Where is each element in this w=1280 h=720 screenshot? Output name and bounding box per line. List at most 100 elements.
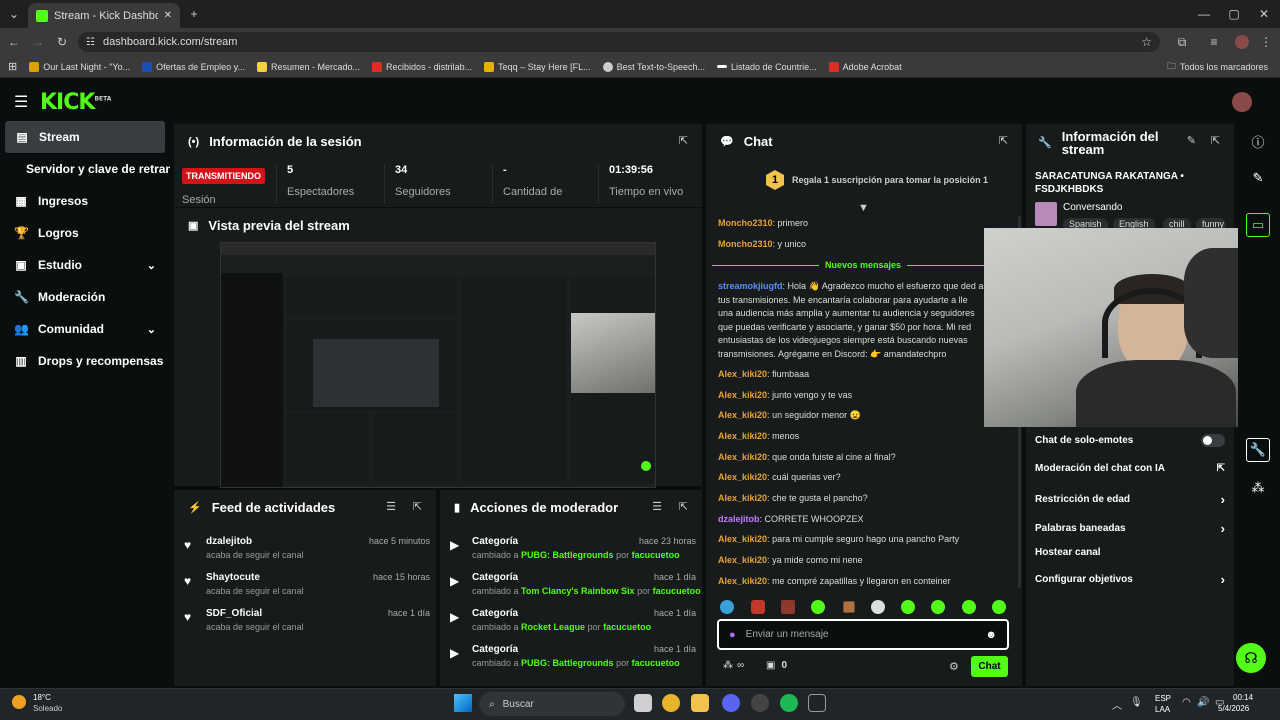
sidebar-item-comunidad[interactable]: 👥 Comunidad ⌄ — [0, 313, 170, 345]
emote-only-toggle[interactable] — [1201, 434, 1225, 447]
chat-input[interactable]: ● Enviar un mensaje ☻ — [717, 619, 1009, 650]
bookmark-item[interactable]: Recibidos - distrilab... — [372, 61, 472, 72]
bookmark-item[interactable]: Listado de Countrie... — [717, 62, 817, 72]
setting-ai-moderation[interactable]: Moderación del chat con IA ⇱ — [1035, 463, 1225, 474]
bookmark-item[interactable]: Our Last Night - "Yo... — [29, 61, 130, 72]
filter-icon[interactable]: ☰ — [386, 500, 396, 513]
chrome-icon[interactable] — [662, 694, 680, 712]
popout-icon[interactable]: ⇱ — [1211, 134, 1220, 147]
category-name[interactable]: Conversando — [1063, 202, 1122, 213]
browser-tab[interactable]: Stream - Kick Dashboard ✕ — [28, 3, 180, 28]
external-link-icon: ⇱ — [1216, 463, 1225, 474]
reload-icon[interactable]: ↻ — [54, 34, 70, 50]
gift-icon: ▣ — [766, 660, 776, 671]
mod-action-item: ▶ Categoría cambiado a Tom Clancy's Rain… — [450, 572, 701, 596]
popout-icon[interactable]: ⇱ — [413, 500, 422, 513]
sidebar-item-drops[interactable]: ▥ Drops y recompensas — [0, 345, 170, 377]
close-tab-icon[interactable]: ✕ — [164, 10, 172, 21]
setting-age-restriction[interactable]: Restricción de edad › — [1035, 492, 1225, 507]
bookmark-item[interactable]: Best Text-to-Speech... — [602, 61, 705, 72]
user-avatar[interactable] — [1232, 92, 1252, 112]
edit-icon[interactable]: ✎ — [1246, 166, 1270, 190]
close-window-icon[interactable]: ✕ — [1256, 6, 1272, 22]
emote-icon[interactable] — [811, 600, 825, 614]
wifi-icon[interactable]: ◠ — [1182, 697, 1191, 708]
emote-icon[interactable] — [962, 600, 976, 614]
bookmark-star-icon[interactable]: ☆ — [1141, 35, 1152, 49]
sub-count[interactable]: ▣ 0 — [766, 660, 787, 671]
sidebar-item-moderacion[interactable]: 🔧 Moderación — [0, 281, 170, 313]
pin-icon[interactable]: ▼ — [858, 202, 869, 214]
sidebar-item-stream[interactable]: ▤ Stream — [5, 121, 165, 153]
bookmark-item[interactable]: Resumen - Mercado... — [257, 61, 360, 72]
epic-games-icon[interactable] — [808, 694, 826, 712]
emote-icon[interactable] — [931, 600, 945, 614]
spotify-icon[interactable] — [780, 694, 798, 712]
menu-icon[interactable]: ⋮ — [1258, 34, 1274, 50]
info-icon[interactable]: ⓘ — [1246, 129, 1270, 153]
bookmark-item[interactable]: Ofertas de Empleo y... — [142, 61, 245, 72]
bookmark-item[interactable]: Teqq – Stay Here [FL... — [484, 61, 591, 72]
popout-icon[interactable]: ⇱ — [679, 134, 688, 147]
popout-icon[interactable]: ⇱ — [999, 134, 1008, 147]
emote-icon[interactable] — [992, 600, 1006, 614]
site-info-icon[interactable]: ☷ — [86, 37, 95, 48]
taskview-icon[interactable] — [634, 694, 652, 712]
emote-icon[interactable] — [781, 600, 795, 614]
setting-banned-words[interactable]: Palabras baneadas › — [1035, 521, 1225, 536]
session-title: Información de la sesión — [209, 134, 362, 149]
all-bookmarks[interactable]: 🗀 Todos los marcadores — [1167, 59, 1268, 75]
sidebar-item-server-key[interactable]: Servidor y clave de retransmisión — [0, 153, 170, 185]
media-icon[interactable]: ≡ — [1206, 34, 1222, 50]
gift-banner[interactable]: 1 Regala 1 suscripción para tomar la pos… — [766, 170, 988, 190]
profile-avatar[interactable] — [1235, 35, 1249, 49]
sidebar-item-ingresos[interactable]: ▦ Ingresos — [0, 185, 170, 217]
volume-icon[interactable]: 🔊 — [1197, 697, 1209, 708]
explorer-icon[interactable] — [691, 694, 709, 712]
extensions-icon[interactable]: ⧉ — [1174, 34, 1190, 50]
apps-icon[interactable]: ⊞ — [8, 60, 17, 73]
back-icon[interactable]: ← — [6, 34, 22, 50]
setting-goals[interactable]: Configurar objetivos › — [1035, 572, 1225, 587]
edit-icon[interactable]: ✎ — [1187, 134, 1196, 147]
emote-icon[interactable] — [843, 601, 855, 613]
tab-search-icon[interactable]: ⌄ — [6, 6, 22, 22]
emote-icon[interactable] — [751, 600, 765, 614]
sidebar-item-estudio[interactable]: ▣ Estudio ⌄ — [0, 249, 170, 281]
bookmark-item[interactable]: Adobe Acrobat — [828, 61, 902, 72]
send-chat-button[interactable]: Chat — [971, 656, 1008, 677]
mic-icon[interactable]: ● — [729, 629, 736, 641]
start-icon[interactable] — [454, 694, 472, 712]
maximize-icon[interactable]: ▢ — [1226, 6, 1242, 22]
popout-icon[interactable]: ⇱ — [679, 500, 688, 513]
filter-icon[interactable]: ☰ — [652, 500, 662, 513]
emote-icon[interactable] — [720, 600, 734, 614]
emote-icon[interactable] — [901, 600, 915, 614]
minimize-icon[interactable]: — — [1196, 6, 1212, 22]
kick-logo[interactable]: KICKBETA — [40, 90, 111, 115]
wrench-icon[interactable]: 🔧 — [1246, 438, 1270, 462]
app-icon[interactable] — [751, 694, 769, 712]
taskbar-search[interactable]: ⌕ Buscar — [479, 692, 625, 716]
new-tab-icon[interactable]: + — [186, 6, 202, 22]
clock-time[interactable]: 00:14 — [1233, 693, 1253, 702]
discord-icon[interactable] — [722, 694, 740, 712]
tray-chevron-icon[interactable]: ︿ — [1112, 697, 1122, 712]
hamburger-menu-icon[interactable]: ☰ — [14, 92, 28, 112]
lang-indicator[interactable]: ESP — [1155, 694, 1171, 703]
help-button[interactable]: ☊ — [1236, 643, 1266, 673]
setting-host-channel[interactable]: Hostear canal — [1035, 547, 1225, 558]
emote-icon[interactable] — [871, 600, 885, 614]
emoji-icon[interactable]: ☻ — [985, 629, 997, 641]
mic-tray-icon[interactable]: 🎙 — [1130, 697, 1143, 708]
address-bar[interactable]: ☷ dashboard.kick.com/stream ☆ — [78, 32, 1160, 52]
category-icon: ▶ — [450, 574, 460, 588]
points-display[interactable]: ⁂ ∞ — [723, 660, 744, 671]
stream-preview-video[interactable] — [220, 242, 656, 488]
forward-icon[interactable]: → — [30, 34, 46, 50]
layout-icon[interactable]: ▭ — [1246, 213, 1270, 237]
chat-settings-icon[interactable]: ⚙ — [949, 660, 959, 673]
plugins-icon[interactable]: ⁂ — [1246, 476, 1270, 500]
weather-temp[interactable]: 18°C — [33, 693, 51, 702]
sidebar-item-logros[interactable]: 🏆 Logros — [0, 217, 170, 249]
